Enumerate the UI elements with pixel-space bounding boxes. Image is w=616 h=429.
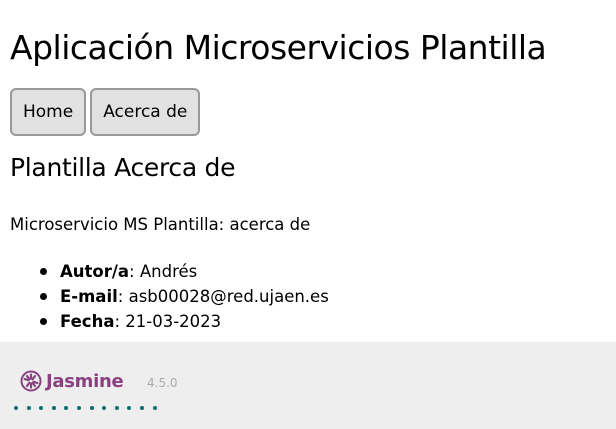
about-button[interactable]: Acerca de (90, 88, 201, 136)
jasmine-version: 4.5.0 (147, 376, 178, 390)
info-item-date: Fecha: 21-03-2023 (40, 309, 329, 334)
section-title: Plantilla Acerca de (10, 153, 236, 182)
spec-passed-dot[interactable] (26, 406, 31, 410)
info-value: asb00028@red.ujaen.es (128, 287, 329, 306)
info-item-email: E-mail: asb00028@red.ujaen.es (40, 284, 329, 309)
info-label: Fecha (60, 312, 115, 331)
jasmine-brand: Jasmine (46, 370, 124, 392)
jasmine-flower-icon (20, 370, 42, 392)
spec-passed-dot[interactable] (114, 406, 119, 410)
home-button[interactable]: Home (10, 88, 87, 136)
info-value: 21-03-2023 (125, 312, 222, 331)
jasmine-reporter: Jasmine 4.5.0 (0, 342, 616, 429)
page: Aplicación Microservicios Plantilla Home… (0, 0, 616, 429)
spec-passed-dot[interactable] (152, 406, 157, 410)
section-description: Microservicio MS Plantilla: acerca de (10, 215, 311, 234)
info-label: Autor/a (60, 262, 130, 281)
spec-passed-dot[interactable] (89, 406, 94, 410)
spec-dots (14, 406, 157, 410)
info-value: Andrés (139, 262, 198, 281)
info-item-author: Autor/a: Andrés (40, 259, 329, 284)
jasmine-logo: Jasmine (20, 370, 124, 392)
spec-passed-dot[interactable] (139, 406, 144, 410)
spec-passed-dot[interactable] (39, 406, 44, 410)
info-label: E-mail (60, 287, 118, 306)
spec-passed-dot[interactable] (14, 406, 18, 410)
spec-passed-dot[interactable] (64, 406, 69, 410)
spec-passed-dot[interactable] (51, 406, 56, 410)
main-nav: Home Acerca de (10, 88, 201, 136)
spec-passed-dot[interactable] (102, 406, 107, 410)
spec-passed-dot[interactable] (76, 406, 81, 410)
app-title: Aplicación Microservicios Plantilla (10, 28, 547, 67)
info-list: Autor/a: Andrés E-mail: asb00028@red.uja… (40, 259, 329, 334)
spec-passed-dot[interactable] (127, 406, 132, 410)
